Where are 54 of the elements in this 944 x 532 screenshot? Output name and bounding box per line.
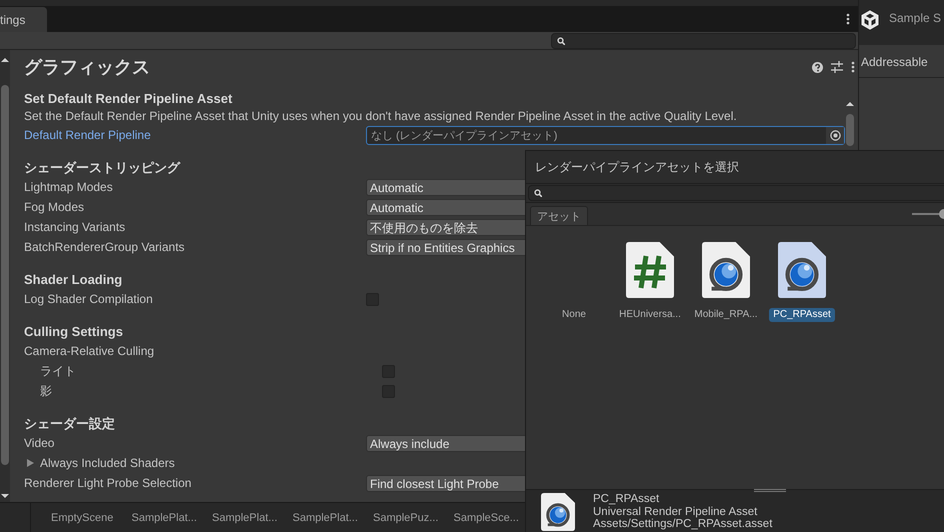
search-field[interactable] bbox=[551, 32, 856, 48]
more-menu-icon[interactable] bbox=[851, 61, 855, 73]
scene-tab[interactable]: SamplePlat... bbox=[292, 512, 358, 524]
cube-logo-icon bbox=[861, 10, 879, 30]
target-icon[interactable] bbox=[830, 130, 840, 140]
field-label: Lightmap Modes bbox=[24, 180, 113, 194]
settings-tab[interactable]: tings bbox=[0, 7, 48, 32]
asset-name: PC_RPAsset bbox=[593, 493, 660, 506]
scrollbar[interactable] bbox=[0, 50, 10, 502]
panel-title: Sample S bbox=[889, 11, 942, 25]
sphere-file-icon[interactable] bbox=[702, 242, 750, 298]
help-icon[interactable] bbox=[812, 62, 823, 72]
section-heading: Culling Settings bbox=[24, 323, 123, 341]
field-label: Instancing Variants bbox=[24, 220, 126, 234]
section-heading: Shader Loading bbox=[24, 271, 122, 289]
sphere-file-icon[interactable] bbox=[778, 242, 826, 298]
scene-tab[interactable]: SampleSce... bbox=[454, 512, 519, 524]
asset-name[interactable]: HEUniversa... bbox=[615, 308, 685, 322]
sphere-file-icon bbox=[541, 493, 575, 531]
field-label: BatchRendererGroup Variants bbox=[24, 240, 185, 254]
asset-path: Assets/Settings/PC_RPAsset.asset bbox=[593, 518, 772, 530]
sliders-icon[interactable] bbox=[831, 61, 843, 73]
field-label: Camera-Relative Culling bbox=[24, 344, 154, 358]
search-icon bbox=[557, 36, 565, 44]
section-heading: Set Default Render Pipeline Asset bbox=[24, 90, 232, 108]
scene-tab[interactable]: SamplePuz... bbox=[373, 512, 438, 524]
page-title: グラフィックス bbox=[24, 56, 151, 79]
asset-name[interactable]: None bbox=[558, 308, 590, 322]
object-field[interactable]: なし (レンダーパイプラインアセット) bbox=[366, 126, 845, 144]
field-label: Fog Modes bbox=[24, 200, 84, 214]
asset-type: Universal Render Pipeline Asset bbox=[593, 506, 758, 518]
foldout-arrow-icon[interactable] bbox=[27, 459, 34, 467]
field-label: ライト bbox=[40, 362, 76, 380]
script-file-icon[interactable] bbox=[626, 242, 674, 298]
field-label: Default Render Pipeline bbox=[24, 128, 151, 142]
field-label: 影 bbox=[40, 382, 52, 400]
foldout-label[interactable]: Always Included Shaders bbox=[40, 456, 175, 470]
section-description: Set the Default Render Pipeline Asset that Unity uses when you don't have assigned Render Pipeline Asset in the active Quality Level. bbox=[24, 108, 737, 125]
scene-tab[interactable]: SamplePlat... bbox=[212, 512, 278, 524]
asset-name[interactable]: Mobile_RPA... bbox=[690, 308, 762, 322]
tab[interactable]: アセット bbox=[530, 206, 588, 225]
field-label: Renderer Light Probe Selection bbox=[24, 476, 192, 490]
panel-subtitle: Addressable bbox=[859, 45, 944, 78]
dialog-title: レンダーパイプラインアセットを選択 bbox=[535, 158, 739, 176]
more-menu-icon[interactable] bbox=[846, 13, 850, 25]
field-label: Log Shader Compilation bbox=[24, 292, 153, 306]
section-heading: シェーダー設定 bbox=[24, 415, 115, 433]
search-icon bbox=[534, 189, 542, 197]
field-label: Video bbox=[24, 436, 54, 450]
section-heading: シェーダーストリッピング bbox=[24, 159, 180, 177]
scene-tab[interactable]: EmptyScene bbox=[51, 512, 114, 524]
asset-name[interactable]: PC_RPAsset bbox=[769, 308, 835, 322]
scene-tab[interactable]: SamplePlat... bbox=[132, 512, 197, 524]
search-field[interactable] bbox=[528, 185, 944, 201]
